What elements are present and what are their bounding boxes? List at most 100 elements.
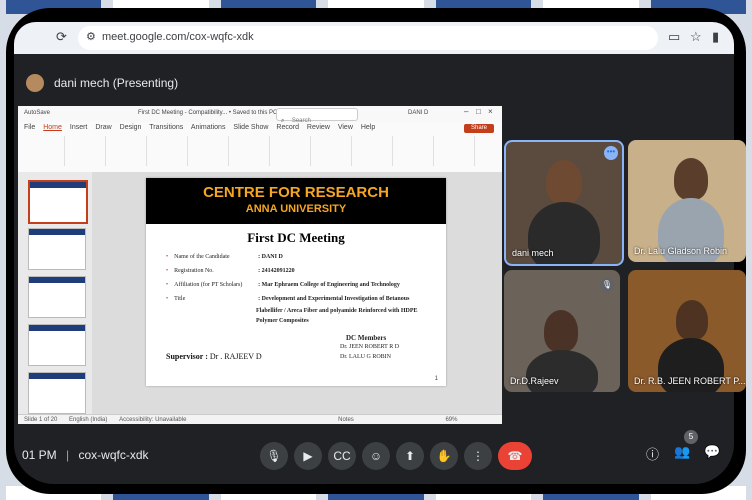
meet-window: dani mech (Presenting) AutoSave First DC… <box>14 54 746 484</box>
extension-icon[interactable]: ▮ <box>712 29 719 45</box>
participant-tile-dani-mech[interactable]: ••• dani mech <box>504 140 624 266</box>
present-button[interactable]: ⬆ <box>396 442 424 470</box>
ribbon-tab[interactable]: View <box>338 124 353 131</box>
slide-editor: CENTRE FOR RESEARCH ANNA UNIVERSITY Firs… <box>92 172 502 414</box>
cast-icon[interactable]: ▭ <box>668 29 680 45</box>
url-text: meet.google.com/cox-wqfc-xdk <box>102 31 254 43</box>
slide-row-candidate: • Name of the Candidate: DANI D <box>166 254 283 260</box>
dc-members-heading: DC Members <box>346 334 387 342</box>
row-value: : Mar Ephraem College of Engineering and… <box>258 282 400 288</box>
chat-icon[interactable]: 💬 <box>704 444 720 460</box>
slide-row-affiliation: • Affiliation (for PT Scholars): Mar Ephr… <box>166 282 400 288</box>
slide-thumbnail[interactable] <box>28 372 86 414</box>
slide-thumbnail[interactable] <box>28 228 86 270</box>
end-call-button[interactable]: ☎ <box>498 442 532 470</box>
browser-toolbar: ⟳ ⚙ meet.google.com/cox-wqfc-xdk ▭ ☆ ▮ <box>14 22 734 54</box>
row-label: Title <box>174 296 186 302</box>
info-icon[interactable]: ⓘ <box>646 444 659 463</box>
ribbon-tab[interactable]: Record <box>276 124 299 131</box>
ribbon-tab[interactable]: Home <box>43 124 62 131</box>
participant-video <box>546 160 582 204</box>
slide-header-line2: ANNA UNIVERSITY <box>245 203 347 215</box>
shared-screen-powerpoint: AutoSave First DC Meeting - Compatibilit… <box>18 106 502 424</box>
participant-tile-jeen-robert[interactable]: Dr. R.B. JEEN ROBERT P... <box>628 270 746 392</box>
slide-row-registration: • Registration No.: 24142091220 <box>166 268 295 274</box>
zoom-level[interactable]: 69% <box>445 417 457 423</box>
address-bar[interactable]: ⚙ meet.google.com/cox-wqfc-xdk <box>78 26 658 50</box>
maximize-icon[interactable]: □ <box>476 107 481 116</box>
captions-button[interactable]: CC <box>328 442 356 470</box>
meet-control-bar: 01 PM | cox-wqfc-xdk 🎙 ▶ CC ☺ ⬆ ✋ ⋮ ☎ ⓘ … <box>14 430 734 474</box>
participant-video <box>544 310 578 352</box>
file-title: First DC Meeting - Compatibility... • Sa… <box>138 110 278 116</box>
slide-page-number: 1 <box>434 376 438 382</box>
presenter-avatar <box>26 74 44 92</box>
close-icon[interactable]: × <box>488 107 493 116</box>
ppt-search-box[interactable]: ⌕ Search <box>276 108 358 124</box>
notes-button[interactable]: Notes <box>338 417 354 423</box>
ribbon-tab[interactable]: Slide Show <box>233 124 268 131</box>
more-options-button[interactable]: ⋮ <box>464 442 492 470</box>
emoji-button[interactable]: ☺ <box>362 442 390 470</box>
slide-count: Slide 1 of 20 <box>24 417 58 423</box>
dc-member: Dr. LALU G ROBIN <box>340 354 391 360</box>
participant-tile-lalu[interactable]: Dr. Lalu Gladson Robin <box>628 140 746 262</box>
camera-button[interactable]: ▶ <box>294 442 322 470</box>
supervisor-name: Dr . RAJEEV D <box>209 352 262 361</box>
people-icon[interactable]: 👥 <box>674 444 690 460</box>
ribbon-command-area <box>24 136 494 166</box>
supervisor-line: Supervisor : Dr . RAJEEV D <box>166 352 262 361</box>
slide-thumbnail[interactable] <box>28 324 86 366</box>
reload-icon[interactable]: ⟳ <box>56 29 67 45</box>
autosave-label[interactable]: AutoSave <box>24 110 50 116</box>
ribbon-tab[interactable]: Review <box>307 124 330 131</box>
row-value: : 24142091220 <box>258 268 295 274</box>
more-options-icon[interactable]: ••• <box>604 146 618 160</box>
participant-name: dani mech <box>512 248 554 258</box>
slide-title: First DC Meeting <box>247 230 345 245</box>
ribbon-tab[interactable]: Insert <box>70 124 88 131</box>
ribbon-tab[interactable]: Draw <box>95 124 111 131</box>
microphone-button[interactable]: 🎙 <box>260 442 288 470</box>
row-label: Name of the Candidate <box>174 254 230 260</box>
slide-row-title: • Title: Development and Experimental Inv… <box>166 296 410 302</box>
tune-icon[interactable]: ⚙ <box>86 30 96 43</box>
participant-name: Dr.D.Rajeev <box>510 376 559 386</box>
ppt-status-bar: Slide 1 of 20 English (India) Accessibil… <box>18 414 502 424</box>
ribbon-tab[interactable]: File <box>24 124 35 131</box>
slide-header-banner: CENTRE FOR RESEARCH ANNA UNIVERSITY <box>146 178 446 224</box>
participant-name: Dr. R.B. JEEN ROBERT P... <box>634 376 746 386</box>
meeting-info: 01 PM | cox-wqfc-xdk <box>22 448 149 462</box>
slide-thumbnail[interactable] <box>28 276 86 318</box>
ribbon-tabs: File Home Insert Draw Design Transitions… <box>24 124 375 131</box>
slide-thumbnails <box>18 172 92 414</box>
participant-tile-rajeev[interactable]: 🎙 Dr.D.Rajeev <box>504 270 620 392</box>
ribbon-tab[interactable]: Design <box>120 124 142 131</box>
slide-thumbnail[interactable] <box>28 180 88 224</box>
row-value: : Development and Experimental Investiga… <box>258 296 410 302</box>
participant-video <box>676 300 708 340</box>
meeting-time: 01 PM <box>22 448 57 462</box>
bookmark-star-icon[interactable]: ☆ <box>690 29 702 45</box>
user-name: DANI D <box>408 110 429 116</box>
muted-icon: 🎙 <box>600 278 614 292</box>
slide-title-continuation: Polymer Composites <box>256 318 309 324</box>
row-label: Affiliation (for PT Scholars) <box>174 282 243 288</box>
ribbon-tab[interactable]: Transitions <box>149 124 183 131</box>
share-button[interactable]: Share <box>464 124 494 133</box>
ribbon-tab[interactable]: Help <box>361 124 375 131</box>
row-label: Registration No. <box>174 268 214 274</box>
row-value: : DANI D <box>258 254 283 260</box>
participant-video <box>674 158 708 200</box>
ppt-title-bar: AutoSave First DC Meeting - Compatibilit… <box>18 106 502 124</box>
supervisor-label: Supervisor : <box>166 352 208 361</box>
ppt-ribbon: File Home Insert Draw Design Transitions… <box>18 122 502 173</box>
slide-header-line1: CENTRE FOR RESEARCH <box>203 184 389 201</box>
slide-title-continuation: Flabellifer / Areca Fiber and polyamide … <box>256 308 418 314</box>
minimize-icon[interactable]: – <box>464 107 468 116</box>
ribbon-tab[interactable]: Animations <box>191 124 226 131</box>
accessibility-status[interactable]: Accessibility: Unavailable <box>119 417 186 423</box>
participant-name: Dr. Lalu Gladson Robin <box>634 246 728 256</box>
meeting-code: cox-wqfc-xdk <box>78 448 149 462</box>
raise-hand-button[interactable]: ✋ <box>430 442 458 470</box>
